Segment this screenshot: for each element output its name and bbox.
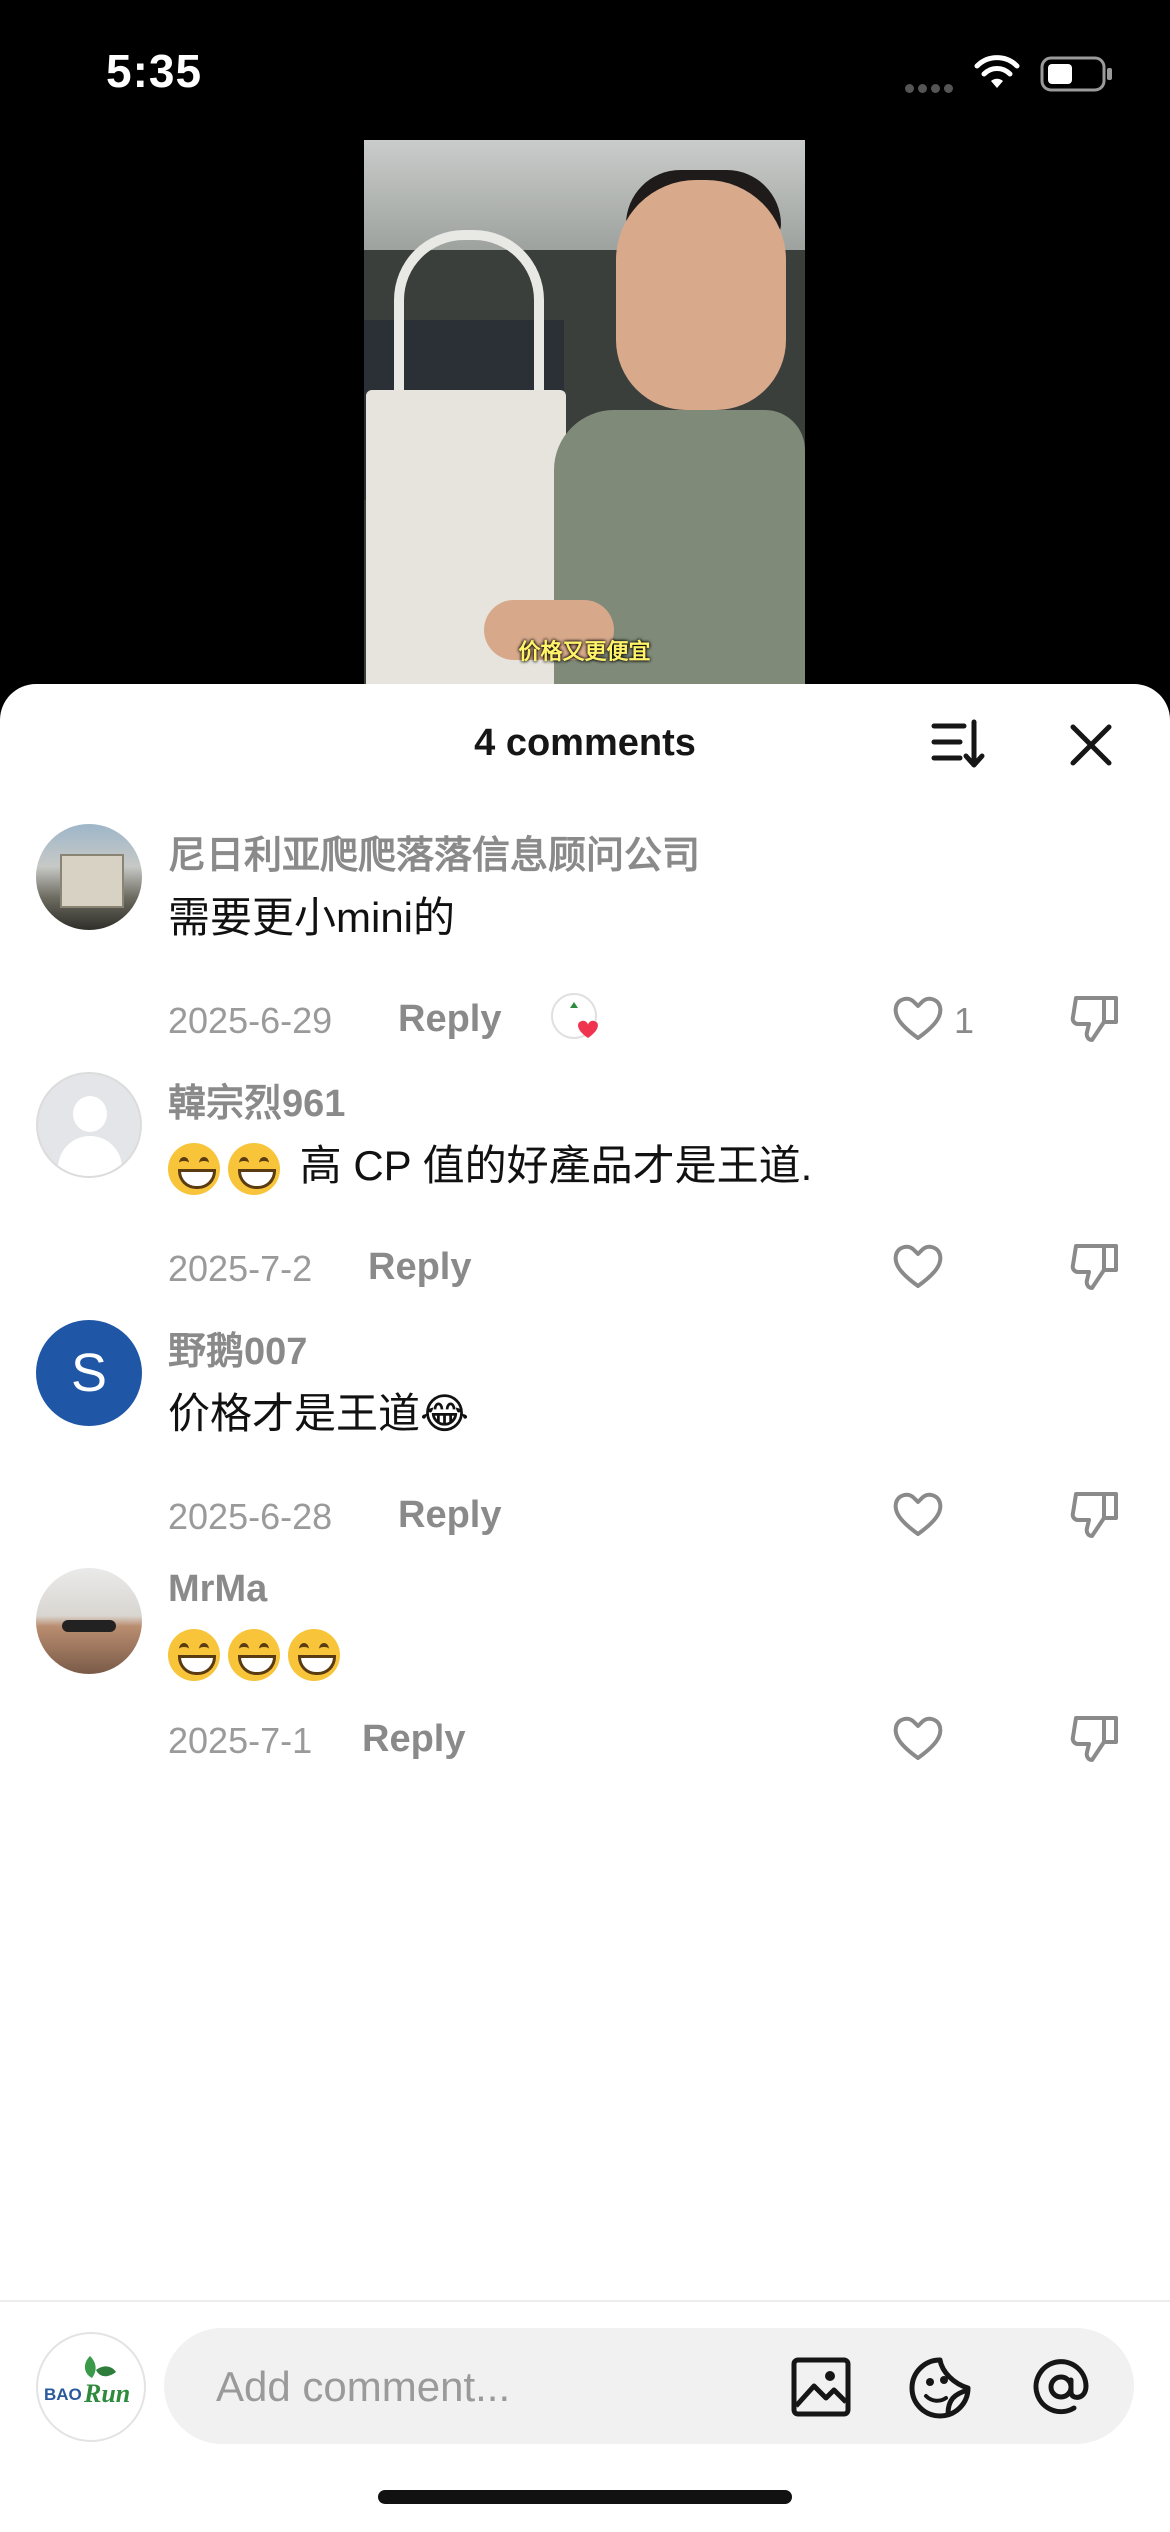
grinning-emoji-icon: [228, 1628, 280, 1681]
default-avatar-body: [58, 1136, 122, 1176]
avatar[interactable]: [36, 1568, 142, 1674]
avatar[interactable]: S: [36, 1320, 142, 1426]
svg-text:Run: Run: [83, 2379, 130, 2408]
grinning-emoji-icon: [228, 1142, 280, 1195]
baorun-logo-icon: BAO Run: [44, 2356, 130, 2408]
cellular-signal-icon: [905, 80, 959, 93]
thumbs-down-icon[interactable]: [1068, 1486, 1124, 1542]
status-bar: 5:35: [0, 0, 1170, 140]
creator-heart-icon: [551, 993, 598, 1039]
thumbs-down-icon[interactable]: [1068, 1238, 1124, 1294]
reply-button[interactable]: Reply: [398, 1494, 501, 1537]
video-player[interactable]: 价格又更便宜: [364, 140, 805, 684]
like-count: 1: [954, 1000, 975, 1041]
grinning-emoji-icon: [288, 1628, 340, 1681]
reply-button[interactable]: Reply: [398, 998, 501, 1041]
avatar[interactable]: [36, 824, 142, 930]
comment-date: 2025-6-28: [168, 1496, 333, 1537]
avatar[interactable]: [36, 1072, 142, 1178]
default-avatar-head: [73, 1096, 107, 1132]
avatar-building: [60, 854, 124, 908]
comment-text: 价格才是王道😂: [168, 1390, 470, 1437]
self-avatar[interactable]: BAO Run: [36, 2332, 146, 2442]
video-presenter-face: [616, 180, 786, 410]
comment-date: 2025-7-1: [168, 1720, 313, 1761]
avatar-letter: S: [70, 1343, 108, 1403]
heart-icon[interactable]: [890, 1710, 946, 1766]
grinning-emoji-icon: [168, 1142, 220, 1195]
comment-text-row: 高 CP 值的好產品才是王道.: [168, 1132, 812, 1195]
close-icon[interactable]: [1068, 722, 1114, 768]
heart-icon[interactable]: [890, 1486, 946, 1542]
svg-text:BAO: BAO: [44, 2385, 82, 2404]
comment-text: 高 CP 值的好產品才是王道.: [299, 1142, 813, 1189]
creator-liked-badge: [550, 992, 604, 1046]
reply-button[interactable]: Reply: [362, 1718, 465, 1761]
sort-icon[interactable]: [930, 718, 986, 770]
comment-username[interactable]: 尼日利亚爬爬落落信息顾问公司: [168, 824, 700, 879]
comment-date: 2025-7-2: [168, 1248, 313, 1289]
reply-button[interactable]: Reply: [368, 1246, 471, 1289]
comment-input-bar[interactable]: [164, 2328, 1134, 2444]
image-icon[interactable]: [790, 2356, 852, 2418]
sticker-icon[interactable]: [908, 2354, 974, 2420]
heart-icon[interactable]: [890, 990, 946, 1046]
thumbs-down-icon[interactable]: [1068, 990, 1124, 1046]
at-icon[interactable]: [1026, 2352, 1096, 2422]
video-caption: 价格又更便宜: [518, 639, 651, 664]
heart-icon[interactable]: [890, 1238, 946, 1294]
comment-text: 需要更小mini的: [168, 894, 456, 941]
comment-username[interactable]: 野鹅007: [168, 1320, 307, 1375]
sheet-header: 4 comments: [0, 684, 1170, 804]
home-indicator: [378, 2490, 792, 2504]
comment-username[interactable]: MrMa: [168, 1568, 267, 1611]
status-time: 5:35: [106, 45, 203, 97]
battery-icon: [1040, 56, 1112, 92]
wifi-icon: [974, 55, 1020, 88]
comment-emoji-row: [168, 1628, 348, 1681]
comments-sheet: 4 comments 尼日利亚爬爬落落信息顾问公司 需要更小mini的 2025…: [0, 684, 1170, 2532]
comment-username[interactable]: 韓宗烈961: [168, 1072, 345, 1127]
comment-date: 2025-6-29: [168, 1000, 333, 1041]
avatar-sunglasses: [62, 1620, 116, 1632]
comment-input[interactable]: [214, 2356, 778, 2418]
thumbs-down-icon[interactable]: [1068, 1710, 1124, 1766]
composer-divider: [0, 2300, 1170, 2302]
grinning-emoji-icon: [168, 1628, 220, 1681]
comment-count: 4 comments: [474, 722, 696, 764]
video-bag-handle: [394, 230, 544, 390]
